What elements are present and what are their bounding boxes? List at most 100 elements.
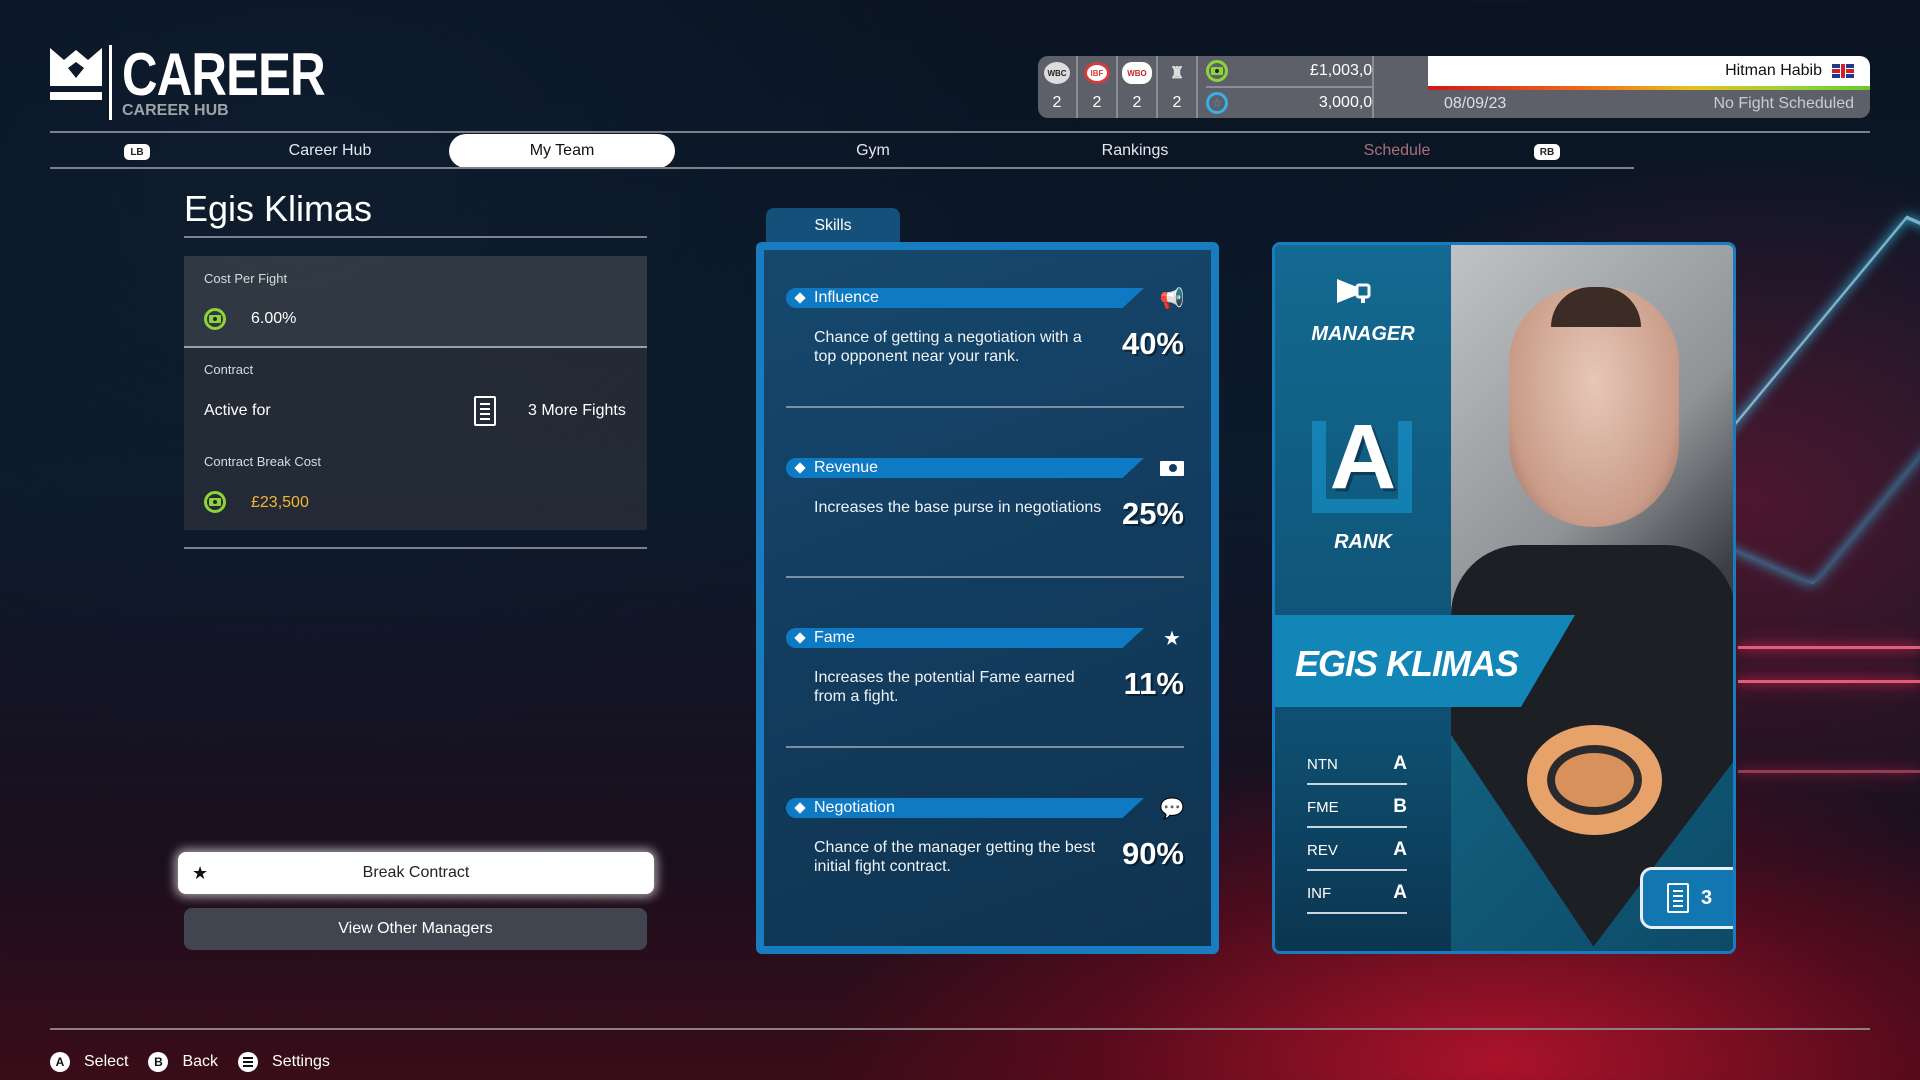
manager-card: MANAGER A RANK EGIS KLIMAS NTN A FME B REV… <box>1272 242 1736 954</box>
ibf-belt-icon: IBF <box>1084 62 1110 84</box>
role-label: MANAGER <box>1311 323 1415 345</box>
belt-count-wbc: WBC 2 <box>1038 56 1078 118</box>
skill-description: Chance of getting a negotiation with a t… <box>814 329 1082 365</box>
break-contract-button[interactable]: ★ Break Contract <box>178 852 654 894</box>
fighter-info: Hitman Habib 08/09/23 No Fight Scheduled <box>1428 56 1870 118</box>
speech-bubble-icon: 💬 <box>1159 797 1185 820</box>
skill-divider <box>786 576 1184 578</box>
break-contract-label: Break Contract <box>362 864 470 881</box>
tab-skills[interactable]: Skills <box>766 208 900 244</box>
tab-career-hub[interactable]: Career Hub <box>218 134 442 168</box>
logo-divider <box>109 45 112 120</box>
neon-line-decoration <box>1738 770 1920 773</box>
megaphone-icon <box>1337 279 1371 303</box>
belt-count: 2 <box>1052 94 1062 111</box>
cost-per-fight-label: Cost Per Fight <box>204 271 288 286</box>
fame-star-icon: ☆ <box>1206 92 1228 114</box>
cash-icon <box>204 308 226 330</box>
current-date: 08/09/23 <box>1444 95 1507 112</box>
view-other-managers-button[interactable]: View Other Managers <box>184 908 647 950</box>
contract-label: Contract <box>204 362 254 377</box>
fame-row: ☆ 3,000,000 <box>1206 86 1390 118</box>
menu-button-icon <box>238 1052 259 1072</box>
break-cost-label: Contract Break Cost <box>204 454 322 469</box>
skill-value: 25% <box>1121 496 1184 531</box>
tabs-divider-top <box>50 131 1870 133</box>
attribute-row: NTN A <box>1307 745 1407 785</box>
rb-button-hint[interactable]: RB <box>1534 144 1560 160</box>
name-divider <box>184 236 647 238</box>
contract-fights-count: 3 <box>1700 886 1713 909</box>
skill-divider <box>786 746 1184 748</box>
tabs-divider-bottom <box>50 167 1634 169</box>
active-for-label: Active for <box>204 402 271 419</box>
diamond-bullet-icon <box>794 632 806 644</box>
fighter-name: Hitman Habib <box>1725 62 1822 79</box>
stats-spacer <box>1372 56 1428 118</box>
belt-count: 2 <box>1092 94 1102 111</box>
career-stats-bar: WBC 2 IBF 2 WBO 2 ♜ 2 £1,003,000 ☆ 3,000… <box>1038 56 1398 118</box>
belt-count-ibf: IBF 2 <box>1078 56 1118 118</box>
fight-status: No Fight Scheduled <box>1713 95 1854 112</box>
neon-line-decoration <box>1738 680 1920 683</box>
cash-icon <box>1160 456 1184 480</box>
main-tabs: LB Career Hub My Team Gym Rankings Sched… <box>50 134 1634 168</box>
neon-line-decoration <box>1738 646 1920 649</box>
diamond-bullet-icon <box>794 462 806 474</box>
wbo-belt-icon: WBO <box>1122 62 1152 84</box>
card-manager-name: EGIS KLIMAS <box>1295 643 1519 684</box>
belt-count: 2 <box>1132 94 1142 111</box>
cash-icon <box>204 491 226 513</box>
currency-panel: £1,003,000 ☆ 3,000,000 <box>1198 56 1398 118</box>
tab-rankings[interactable]: Rankings <box>1023 134 1247 168</box>
belt-count-wbo: WBO 2 <box>1118 56 1158 118</box>
attribute-row: INF A <box>1307 874 1407 914</box>
back-hint[interactable]: Back <box>182 1053 218 1071</box>
megaphone-icon: 📢 <box>1159 287 1185 310</box>
select-hint[interactable]: Select <box>84 1053 128 1071</box>
diamond-bullet-icon <box>794 292 806 304</box>
contract-document-icon <box>1666 883 1689 913</box>
shirt-logo <box>1527 725 1662 835</box>
manager-portrait <box>1451 245 1733 951</box>
trophy-icon: ♜ <box>1169 65 1185 82</box>
a-button-icon: A <box>50 1052 70 1072</box>
tab-my-team[interactable]: My Team <box>449 134 675 168</box>
diamond-bullet-icon <box>794 802 806 814</box>
skill-description: Increases the potential Fame earned from… <box>814 669 1075 705</box>
cost-per-fight-section: Cost Per Fight 6.00% <box>184 256 647 346</box>
skill-value: 90% <box>1121 836 1184 871</box>
skill-name: Influence <box>814 289 879 306</box>
contract-section: Contract Active for 3 More Fights Contra… <box>184 348 647 530</box>
skill-divider <box>786 406 1184 408</box>
money-row: £1,003,000 <box>1206 56 1390 86</box>
attribute-row: FME B <box>1307 788 1407 828</box>
lb-button-hint[interactable]: LB <box>124 144 150 160</box>
skills-panel: Influence 📢 Chance of getting a negotiat… <box>756 242 1219 954</box>
page-title: CAREER <box>122 41 326 108</box>
skill-name: Revenue <box>814 459 879 476</box>
manager-name-heading: Egis Klimas <box>184 188 373 229</box>
break-cost-value: £23,500 <box>251 494 309 511</box>
contract-divider <box>184 547 647 549</box>
crown-logo-icon <box>50 48 102 100</box>
rank-label: RANK <box>1334 531 1392 553</box>
controller-hints: A Select B Back Settings <box>50 1052 330 1072</box>
cost-per-fight-value: 6.00% <box>251 310 297 327</box>
attribute-row: REV A <box>1307 831 1407 871</box>
skill-name: Negotiation <box>814 799 895 816</box>
uk-flag-icon <box>1832 64 1854 78</box>
skill-value: 11% <box>1123 666 1184 701</box>
belt-count: 2 <box>1172 94 1182 111</box>
tab-schedule[interactable]: Schedule <box>1285 134 1509 168</box>
wbc-belt-icon: WBC <box>1044 62 1070 84</box>
b-button-icon: B <box>148 1052 169 1072</box>
skill-value: 40% <box>1121 326 1184 361</box>
tab-gym[interactable]: Gym <box>761 134 985 168</box>
belt-count-trophy: ♜ 2 <box>1158 56 1198 118</box>
settings-hint[interactable]: Settings <box>272 1053 330 1071</box>
skill-name: Fame <box>814 629 855 646</box>
cash-icon <box>1206 60 1228 82</box>
page-subtitle: CAREER HUB <box>122 102 229 119</box>
star-icon: ★ <box>192 862 209 883</box>
